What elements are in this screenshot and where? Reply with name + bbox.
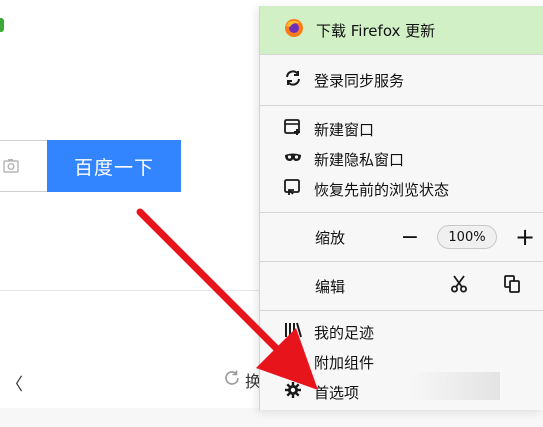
- zoom-label: 缩放: [315, 228, 346, 247]
- menu-item-label: 附加组件: [314, 353, 375, 372]
- menu-item-sync[interactable]: 登录同步服务: [260, 55, 543, 105]
- partial-text: 〈: [6, 375, 23, 395]
- menu-item-library[interactable]: 我的足迹: [260, 317, 543, 347]
- zoom-out-button[interactable]: −: [395, 225, 425, 250]
- firefox-logo-icon: [284, 18, 304, 42]
- zoom-reset-button[interactable]: 100%: [437, 225, 497, 249]
- hover-highlight: [410, 372, 500, 400]
- library-group: 我的足迹 附加组件 首选项: [260, 311, 543, 407]
- copy-icon[interactable]: [503, 275, 521, 297]
- menu-item-label: 新建窗口: [314, 120, 375, 139]
- firefox-app-menu: 下载 Firefox 更新 登录同步服务 新建窗口 新建隐私窗口 恢复先前的浏览…: [259, 6, 543, 410]
- divider: [0, 290, 260, 291]
- cut-icon[interactable]: [450, 275, 468, 297]
- search-input[interactable]: [0, 140, 47, 192]
- menu-item-label: 下载 Firefox 更新: [316, 21, 436, 40]
- menu-item-restore-session[interactable]: 恢复先前的浏览状态: [260, 174, 543, 204]
- menu-item-update[interactable]: 下载 Firefox 更新: [260, 6, 543, 54]
- new-window-icon: [284, 118, 302, 140]
- menu-item-addons[interactable]: 附加组件: [260, 347, 543, 377]
- edit-label: 编辑: [315, 277, 346, 296]
- refresh-icon: [222, 368, 242, 392]
- zoom-control: 缩放 − 100% +: [260, 213, 543, 261]
- menu-item-label: 首选项: [314, 383, 360, 402]
- menu-item-new-window[interactable]: 新建窗口: [260, 114, 543, 144]
- menu-item-private-window[interactable]: 新建隐私窗口: [260, 144, 543, 174]
- menu-item-label: 恢复先前的浏览状态: [314, 180, 450, 199]
- camera-icon[interactable]: [3, 157, 21, 175]
- refresh-link[interactable]: 换: [222, 368, 261, 392]
- menu-item-label: 新建隐私窗口: [314, 150, 405, 169]
- puzzle-icon: [284, 351, 302, 373]
- sync-icon: [284, 69, 302, 91]
- bottom-bar: [0, 408, 543, 427]
- menu-item-label: 我的足迹: [314, 323, 375, 342]
- menu-item-label: 登录同步服务: [314, 71, 405, 90]
- window-group: 新建窗口 新建隐私窗口 恢复先前的浏览状态: [260, 106, 543, 212]
- page-green-marker: [0, 18, 4, 32]
- gear-icon: [284, 381, 302, 403]
- zoom-in-button[interactable]: +: [515, 223, 535, 251]
- edit-control: 编辑: [260, 262, 543, 310]
- menu-item-preferences[interactable]: 首选项: [260, 377, 543, 407]
- restore-icon: [284, 178, 302, 200]
- library-icon: [284, 321, 302, 343]
- mask-icon: [284, 148, 302, 170]
- search-button[interactable]: 百度一下: [47, 140, 181, 192]
